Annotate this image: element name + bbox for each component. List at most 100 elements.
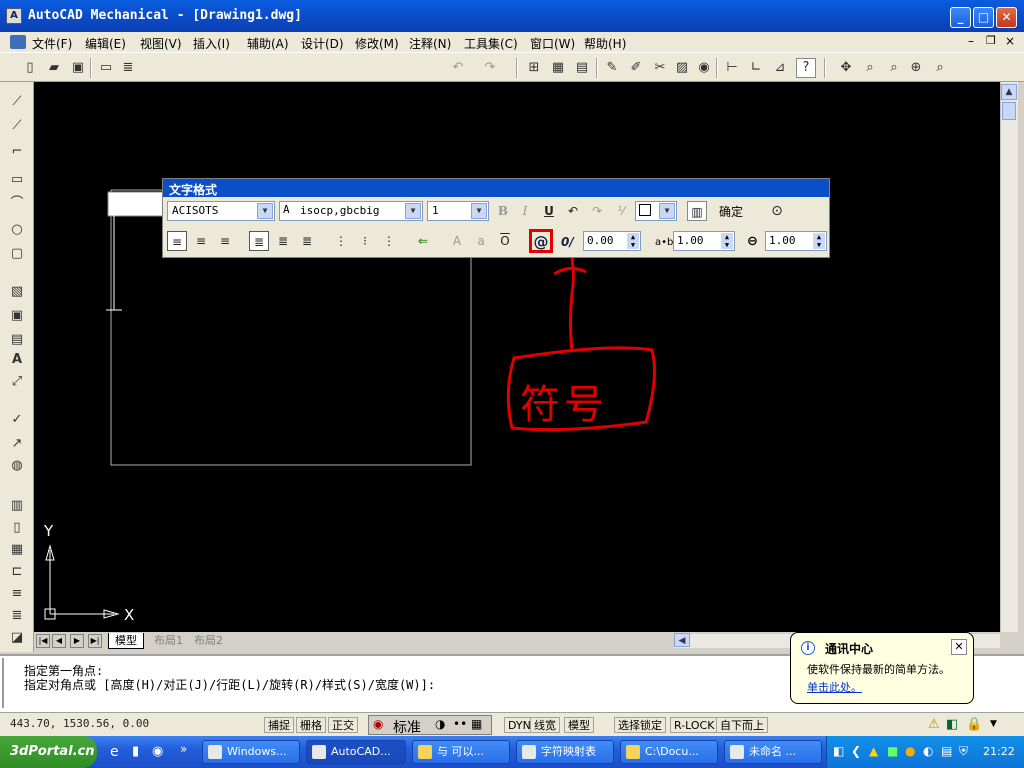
bottom-up-toggle[interactable]: 自下而上 — [716, 717, 768, 733]
uppercase-icon[interactable]: A — [447, 231, 467, 251]
standard-label[interactable]: 标准 — [393, 717, 421, 737]
ok-button[interactable]: 确定 — [719, 203, 743, 220]
moon-icon[interactable]: ◑ — [435, 717, 445, 731]
snap-toggle[interactable]: 捕捉 — [264, 717, 294, 733]
zoom-previous-icon[interactable]: ⌕ — [930, 58, 950, 78]
task-paint[interactable]: 未命名 ... — [724, 740, 822, 764]
undo-text-icon[interactable]: ↶ — [563, 201, 583, 221]
menu-view[interactable]: 视图(V) — [140, 35, 182, 52]
insert-field-icon[interactable]: ⇐ — [413, 231, 433, 251]
pan-icon[interactable]: ✥ — [836, 58, 856, 78]
italic-button[interactable]: I — [515, 201, 535, 221]
task-charmap[interactable]: 字符映射表 — [516, 740, 614, 764]
document-icon[interactable] — [10, 35, 26, 49]
prev-tab-icon[interactable]: ◀ — [52, 634, 66, 648]
zoom-in-icon[interactable]: ⊕ — [906, 58, 926, 78]
tray-icon-2[interactable]: ▲ — [869, 744, 878, 758]
options-chevron-icon[interactable]: ⊙ — [767, 201, 787, 221]
layer-tool-icon[interactable]: ▥ — [7, 496, 27, 516]
balloon-link[interactable]: 单击此处。 — [807, 679, 862, 695]
multiline-text-icon[interactable]: A — [7, 350, 27, 370]
lineweight-toggle[interactable]: 线宽 — [530, 717, 560, 733]
status-menu-icon[interactable]: ▼ — [990, 719, 997, 729]
communication-center-icon[interactable]: ◧ — [946, 717, 958, 732]
zoom-window-icon[interactable]: ⌕ — [884, 58, 904, 78]
menu-help[interactable]: 帮助(H) — [584, 35, 626, 52]
menu-assist[interactable]: 辅助(A) — [247, 35, 289, 52]
drawing-canvas[interactable]: Y X 符号 — [34, 82, 1000, 632]
notification-balloon[interactable]: i 通讯中心 ✕ 使软件保持最新的简单方法。 单击此处。 — [790, 632, 974, 704]
measure-icon[interactable]: ⊿ — [770, 58, 790, 78]
chevron-down-icon[interactable]: ▼ — [659, 203, 675, 219]
tray-icon-4[interactable]: ● — [905, 744, 915, 758]
power-erase-icon[interactable]: ✂ — [650, 58, 670, 78]
design-center-icon[interactable]: ▦ — [548, 58, 568, 78]
ortho-toggle[interactable]: 正交 — [328, 717, 358, 733]
balloon-close-icon[interactable]: ✕ — [951, 639, 967, 655]
layout-icon[interactable]: ▯ — [7, 518, 27, 538]
model-toggle[interactable]: 模型 — [564, 717, 594, 733]
dimension-icon[interactable]: ⤢ — [7, 372, 27, 392]
chevron-down-icon[interactable]: ▼ — [405, 203, 421, 219]
oblique-angle-spinner[interactable]: 0.00 ▲ ▼ — [583, 231, 641, 251]
redo-icon[interactable]: ↷ — [480, 58, 500, 78]
maximize-button[interactable]: □ — [973, 7, 994, 28]
tab-layout1[interactable]: 布局1 — [148, 633, 189, 649]
construction-line-icon[interactable]: ⟋ — [7, 116, 27, 136]
coordinate-icon[interactable]: ∟ — [746, 58, 766, 78]
mechanical-icon[interactable]: ◉ — [373, 717, 383, 731]
spinner-arrows-icon[interactable]: ▲ ▼ — [721, 233, 733, 249]
section-icon[interactable]: ⊢ — [722, 58, 742, 78]
lowercase-icon[interactable]: a — [471, 231, 491, 251]
text-style-dropdown[interactable]: ACISOTS ▼ — [167, 201, 275, 221]
layer-states-icon[interactable]: ≣ — [118, 58, 138, 78]
menu-modify[interactable]: 修改(M) — [355, 35, 399, 52]
shield-icon[interactable]: ⛨ — [959, 744, 968, 759]
start-button[interactable]: 3dPortal.cn — [0, 736, 97, 768]
power-edit-icon[interactable]: ✐ — [626, 58, 646, 78]
menu-insert[interactable]: 插入(I) — [193, 35, 230, 52]
doc-restore-icon[interactable]: ❐ — [986, 34, 996, 47]
mtext-editor[interactable] — [107, 191, 165, 217]
align-middle-icon[interactable]: ≣ — [273, 231, 293, 251]
tray-icon-3[interactable]: ■ — [887, 744, 898, 758]
next-tab-icon[interactable]: ▶ — [70, 634, 84, 648]
bullet-list-icon[interactable]: ⁝ — [355, 231, 375, 251]
power-dim-icon[interactable]: ✎ — [602, 58, 622, 78]
tool-palettes-icon[interactable]: ▤ — [572, 58, 592, 78]
layer-manager-icon[interactable]: ▭ — [96, 58, 116, 78]
tray-collapse-icon[interactable]: ❮ — [851, 744, 861, 758]
overline-icon[interactable]: O — [495, 231, 515, 251]
network-icon[interactable]: ▤ — [941, 744, 952, 758]
spinner-arrows-icon[interactable]: ▲ ▼ — [627, 233, 639, 249]
media-icon[interactable]: ◉ — [152, 744, 163, 759]
align-left-icon[interactable]: ≡ — [167, 231, 187, 251]
undo-icon[interactable]: ↶ — [448, 58, 468, 78]
check-icon[interactable]: ✓ — [7, 410, 27, 430]
table-icon[interactable]: ▤ — [7, 330, 27, 350]
new-icon[interactable]: ▯ — [20, 58, 40, 78]
redo-text-icon[interactable]: ↷ — [587, 201, 607, 221]
task-windows[interactable]: Windows... — [202, 740, 300, 764]
chevron-down-icon[interactable]: ▼ — [257, 203, 273, 219]
ruler-toggle-icon[interactable]: ▥ — [687, 201, 707, 221]
text-formatting-title[interactable]: 文字格式 — [163, 179, 829, 197]
tree-icon[interactable]: ⊏ — [7, 562, 27, 582]
align-center-icon[interactable]: ≡ — [191, 231, 211, 251]
bold-button[interactable]: B — [493, 201, 513, 221]
r-lock-toggle[interactable]: R-LOCK — [670, 717, 719, 733]
dots-icon[interactable]: •• — [453, 717, 467, 731]
tab-model[interactable]: 模型 — [108, 633, 144, 649]
task-explorer[interactable]: C:\Docu... — [620, 740, 718, 764]
insert-block-icon[interactable]: ▢ — [7, 244, 27, 264]
hatch-draw-icon[interactable]: ▧ — [7, 282, 27, 302]
underline-button[interactable]: U — [539, 201, 559, 221]
stack-fraction-icon[interactable]: ⅟ — [611, 201, 631, 221]
scroll-thumb[interactable] — [1002, 102, 1016, 120]
circle-icon[interactable]: ○ — [7, 220, 27, 240]
tracking-spinner[interactable]: 1.00 ▲ ▼ — [673, 231, 735, 251]
scroll-up-icon[interactable]: ▲ — [1001, 84, 1017, 100]
numbered-list-icon[interactable]: ⋮ — [331, 231, 351, 251]
quicklaunch-more-icon[interactable]: » — [180, 742, 187, 756]
stack-icon[interactable]: ≣ — [7, 606, 27, 626]
